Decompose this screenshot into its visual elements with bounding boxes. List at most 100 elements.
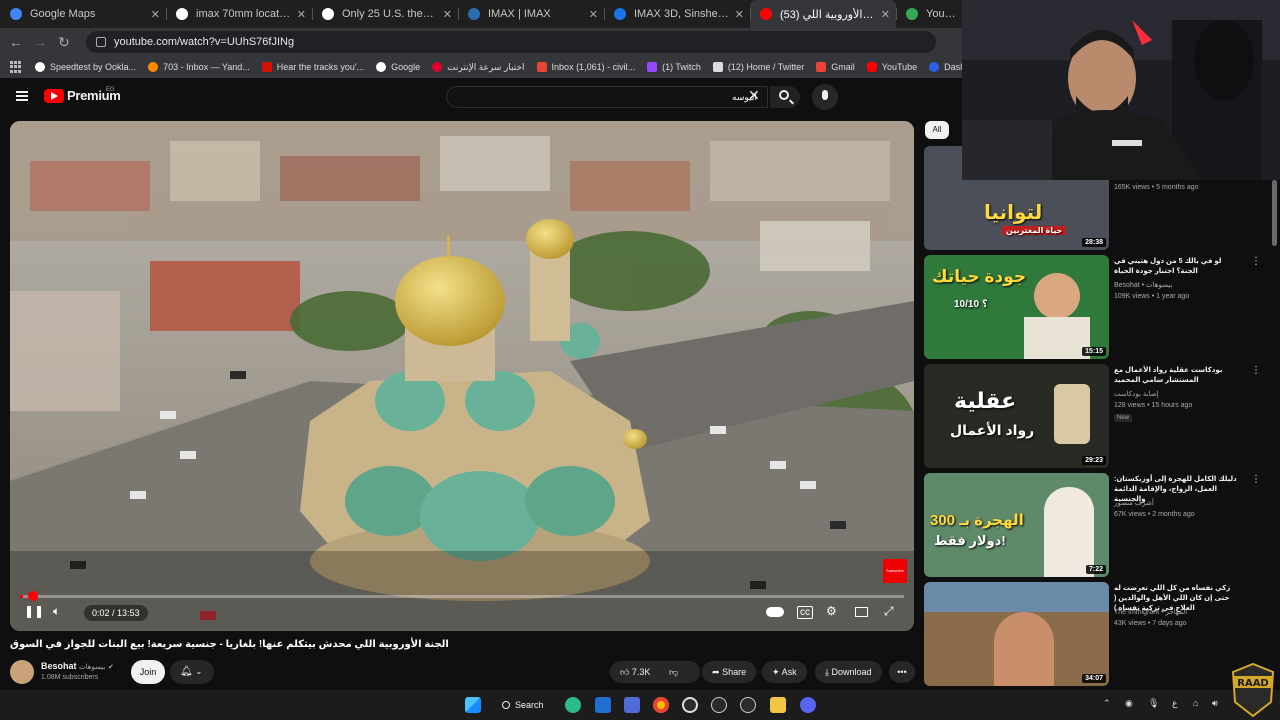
- bookmark-twitter[interactable]: (12) Home / Twitter: [712, 62, 804, 72]
- video-thumbnail[interactable]: عقلية رواد الأعمال 29:23: [924, 364, 1109, 468]
- pause-icon[interactable]: ❚❚: [24, 604, 44, 618]
- close-tab-icon[interactable]: ✕: [297, 8, 306, 21]
- close-tab-icon[interactable]: ✕: [151, 8, 160, 21]
- show-hidden-icons-chevron[interactable]: ⌃: [1103, 698, 1111, 709]
- windows-start-icon[interactable]: [465, 697, 481, 713]
- dislike-button[interactable]: 👎︎: [669, 667, 678, 677]
- channel-name[interactable]: The Immigrant • المهاجر: [1114, 608, 1187, 616]
- chrome-icon[interactable]: [653, 697, 669, 713]
- filter-chip-all[interactable]: All: [925, 121, 949, 139]
- reload-icon[interactable]: ↻: [52, 34, 76, 51]
- file-explorer-icon[interactable]: [770, 697, 786, 713]
- video-thumbnail[interactable]: الهجرة بـ 300 دولار فقط! 7:22: [924, 473, 1109, 577]
- address-bar[interactable]: youtube.com/watch?v=UUhS76fJINg: [86, 31, 936, 53]
- progress-bar[interactable]: [20, 591, 904, 601]
- tab-imax-locations[interactable]: imax 70mm locations - Goo ✕: [166, 0, 312, 28]
- progress-fill: [20, 595, 23, 598]
- tab-imax-sinsheim[interactable]: IMAX 3D, Sinsheim Auto & ✕: [604, 0, 750, 28]
- menu-icon[interactable]: [16, 91, 28, 101]
- taskbar-search-label: Search: [515, 700, 544, 710]
- settings-gear-icon[interactable]: ⚙: [826, 604, 837, 618]
- bookmark-speedtest[interactable]: Speedtest by Ookla...: [35, 62, 136, 72]
- scrubber-handle[interactable]: [28, 591, 38, 601]
- site-info-icon[interactable]: [96, 37, 106, 47]
- channel-name[interactable]: Besohat بيسوهات ✔: [41, 661, 114, 671]
- bookmark-google[interactable]: Google: [376, 62, 420, 72]
- clear-search-icon[interactable]: ✕: [748, 87, 760, 104]
- thumbs-up-icon: 👍︎: [620, 667, 630, 677]
- share-button[interactable]: ➦ Share: [702, 661, 757, 683]
- 4k-downloader-icon[interactable]: [711, 697, 727, 713]
- browser-tab-strip: Google Maps ✕ imax 70mm locations - Goo …: [0, 0, 962, 28]
- captions-icon[interactable]: cc: [797, 606, 813, 619]
- bookmark-gmail[interactable]: Gmail: [816, 62, 855, 72]
- recommendation-item[interactable]: الهجرة بـ 300 دولار فقط! 7:22 دليلك الكا…: [924, 473, 1280, 577]
- recommendation-item[interactable]: 34:07 زكي نفساه من كل اللي تعرضت له حتى …: [924, 582, 1280, 686]
- video-title[interactable]: بودكاست عقلية رواد الأعمال مع المستشار س…: [1114, 366, 1244, 386]
- tab-google-maps[interactable]: Google Maps ✕: [0, 0, 166, 28]
- input-language-indicator[interactable]: ع: [1172, 698, 1177, 709]
- discord-icon[interactable]: [800, 697, 816, 713]
- forward-icon[interactable]: →: [28, 34, 52, 50]
- bookmark-yandex-inbox[interactable]: 703 - Inbox — Yand...: [148, 62, 250, 72]
- app-tray-icon[interactable]: ◉: [1125, 698, 1133, 709]
- autoplay-toggle[interactable]: [766, 607, 784, 617]
- channel-name[interactable]: Besohat • بيسوهات: [1114, 281, 1172, 289]
- bookmark-youtube[interactable]: YouTube: [866, 62, 917, 72]
- download-button[interactable]: ⤓ Download: [815, 661, 882, 683]
- bookmark-gmail-inbox[interactable]: Inbox (1,061) - civil...: [536, 62, 635, 72]
- github-icon[interactable]: [682, 697, 698, 713]
- join-button[interactable]: Join: [131, 660, 165, 684]
- tab-imax[interactable]: IMAX | IMAX ✕: [458, 0, 604, 28]
- video-thumbnail[interactable]: 34:07: [924, 582, 1109, 686]
- more-vertical-icon[interactable]: ⋮: [1251, 257, 1261, 267]
- channel-name[interactable]: إصابة بودكاست: [1114, 390, 1159, 398]
- wordpress-icon[interactable]: [740, 697, 756, 713]
- close-tab-icon[interactable]: ✕: [735, 8, 744, 21]
- recommendation-item[interactable]: جودة حياتك 10/10 ؟ 15:15 لو في بالك 5 من…: [924, 255, 1280, 359]
- sidebar-scrollbar[interactable]: [1272, 180, 1277, 246]
- speaker-image: [994, 612, 1054, 686]
- video-player[interactable]: Subscribe ❚❚ 🔈︎ 0:02 / 13:53 cc ⚙ ⤢: [10, 121, 914, 631]
- video-thumbnail[interactable]: جودة حياتك 10/10 ؟ 15:15: [924, 255, 1109, 359]
- ask-button[interactable]: ✦ Ask: [762, 661, 807, 683]
- mail-icon[interactable]: [595, 697, 611, 713]
- apps-grid-icon[interactable]: [10, 61, 21, 73]
- video-title[interactable]: لو في بالك 5 من دول هتيني في الجنة؟ اختب…: [1114, 257, 1244, 277]
- network-icon[interactable]: ⌂: [1193, 698, 1198, 708]
- close-tab-icon[interactable]: ✕: [881, 8, 890, 21]
- edge-icon[interactable]: [565, 697, 581, 713]
- subscribe-watermark[interactable]: Subscribe: [883, 559, 907, 583]
- tab-youtube-active[interactable]: (53) الجنة الأوروبية اللي ✕: [750, 0, 896, 28]
- youtube-logo-icon[interactable]: [44, 89, 64, 103]
- search-button[interactable]: [770, 86, 800, 108]
- voice-search-button[interactable]: [812, 84, 838, 110]
- world-map-backdrop: [924, 582, 1109, 612]
- close-tab-icon[interactable]: ✕: [443, 8, 452, 21]
- more-vertical-icon[interactable]: ⋮: [1251, 366, 1261, 376]
- like-button[interactable]: 👍︎ 7.3K: [620, 667, 650, 677]
- app-icon[interactable]: [624, 697, 640, 713]
- bookmark-lastfm[interactable]: Hear the tracks you'...: [261, 62, 364, 72]
- more-actions-button[interactable]: •••: [889, 661, 915, 683]
- fullscreen-icon[interactable]: ⤢: [884, 604, 894, 619]
- more-vertical-icon[interactable]: ⋮: [1251, 475, 1261, 485]
- channel-avatar[interactable]: [10, 660, 34, 684]
- svg-text:RAAD: RAAD: [1237, 678, 1268, 689]
- recommendation-item[interactable]: عقلية رواد الأعمال 29:23 بودكاست عقلية ر…: [924, 364, 1280, 468]
- search-input[interactable]: اليوسه: [446, 86, 768, 108]
- tab-imax-theaters[interactable]: Only 25 U.S. theaters can sh ✕: [312, 0, 458, 28]
- like-dislike-group: 👍︎ 7.3K 👎︎: [610, 661, 700, 683]
- volume-tray-icon[interactable]: 🔊︎: [1212, 698, 1218, 709]
- tab-location[interactable]: Your locati: [896, 0, 962, 28]
- back-icon[interactable]: ←: [4, 34, 28, 50]
- close-tab-icon[interactable]: ✕: [589, 8, 598, 21]
- taskbar-search-button[interactable]: Search: [497, 696, 553, 714]
- channel-name[interactable]: أشرف منصور: [1114, 499, 1154, 507]
- theater-mode-icon[interactable]: [855, 607, 868, 617]
- bookmark-speed-test-ar[interactable]: اختبار سرعة الإنترنت: [432, 62, 525, 73]
- notification-bell-button[interactable]: 🔔︎ ⌄: [170, 660, 214, 684]
- bookmark-twitch[interactable]: (1) Twitch: [647, 62, 701, 72]
- volume-icon[interactable]: 🔈︎: [53, 604, 60, 619]
- microphone-tray-icon[interactable]: 🎙︎: [1148, 698, 1159, 709]
